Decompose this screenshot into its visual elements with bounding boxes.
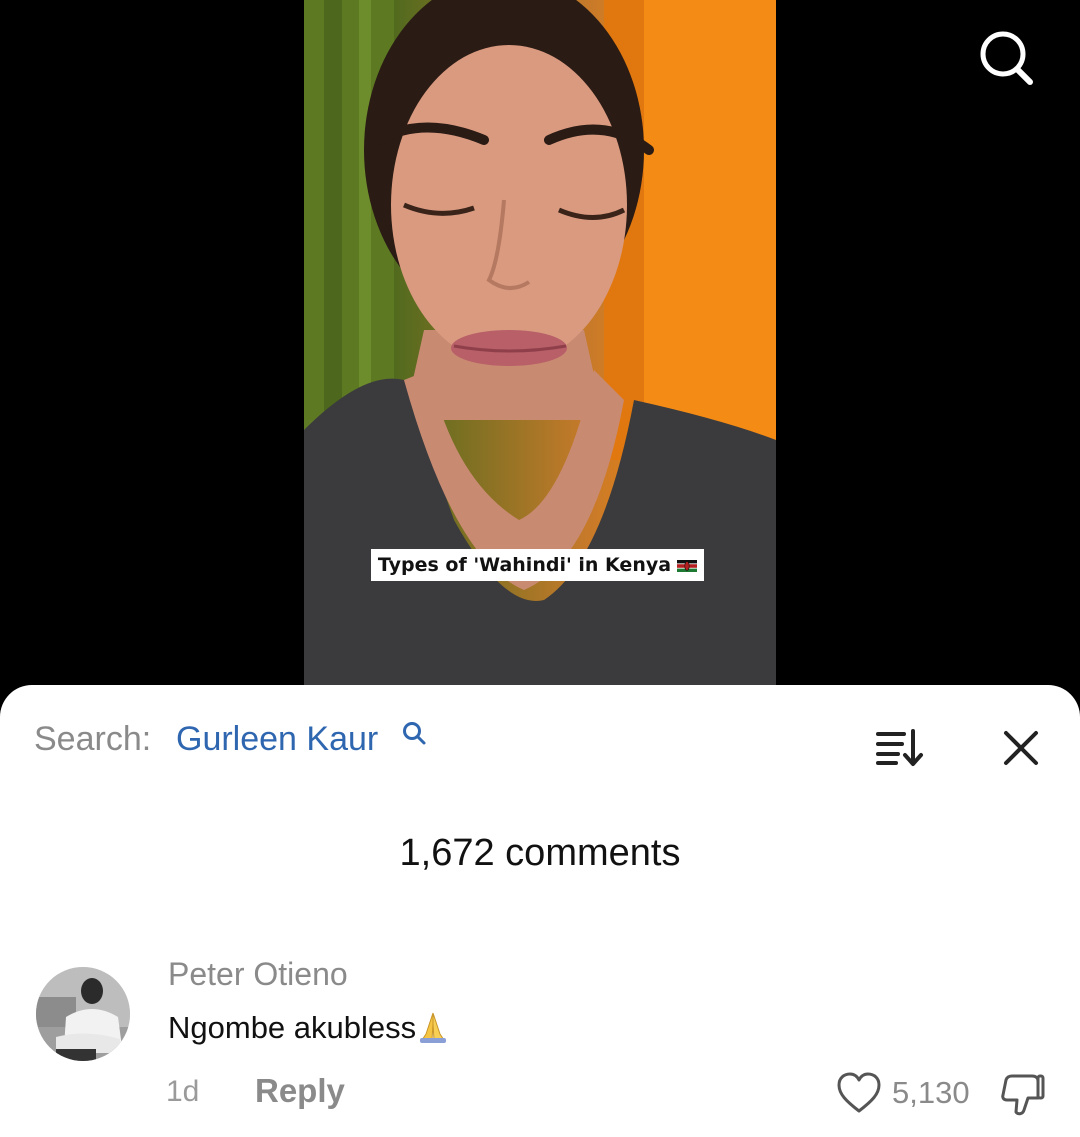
heart-icon[interactable] (836, 1071, 882, 1115)
video-player[interactable] (304, 0, 776, 700)
comment-author[interactable]: Peter Otieno (168, 956, 348, 993)
sort-icon[interactable] (874, 727, 926, 769)
video-frame (304, 0, 776, 700)
kenya-flag-icon (677, 559, 698, 572)
search-label: Search: (34, 720, 152, 758)
video-caption: Types of 'Wahindi' in Kenya (371, 549, 704, 581)
search-query-link[interactable]: Gurleen Kaur (176, 720, 378, 759)
comment-timestamp: 1d (166, 1075, 200, 1108)
like-count: 5,130 (892, 1075, 970, 1110)
close-icon[interactable] (1002, 729, 1040, 767)
comment-count: 1,672 comments (399, 832, 681, 874)
search-icon[interactable] (401, 720, 427, 746)
app-screen: Types of 'Wahindi' in Kenya Search: Gurl… (0, 0, 1080, 1137)
folded-hands-icon (416, 1010, 450, 1044)
thumbs-down-icon[interactable] (998, 1072, 1046, 1118)
avatar[interactable] (36, 967, 130, 1061)
search-icon[interactable] (976, 28, 1036, 88)
video-caption-text: Types of 'Wahindi' in Kenya (377, 554, 672, 576)
comment-text: Ngombe akubless (168, 1010, 450, 1046)
comment-body: Ngombe akubless (168, 1010, 417, 1045)
reply-button[interactable]: Reply (255, 1072, 345, 1110)
